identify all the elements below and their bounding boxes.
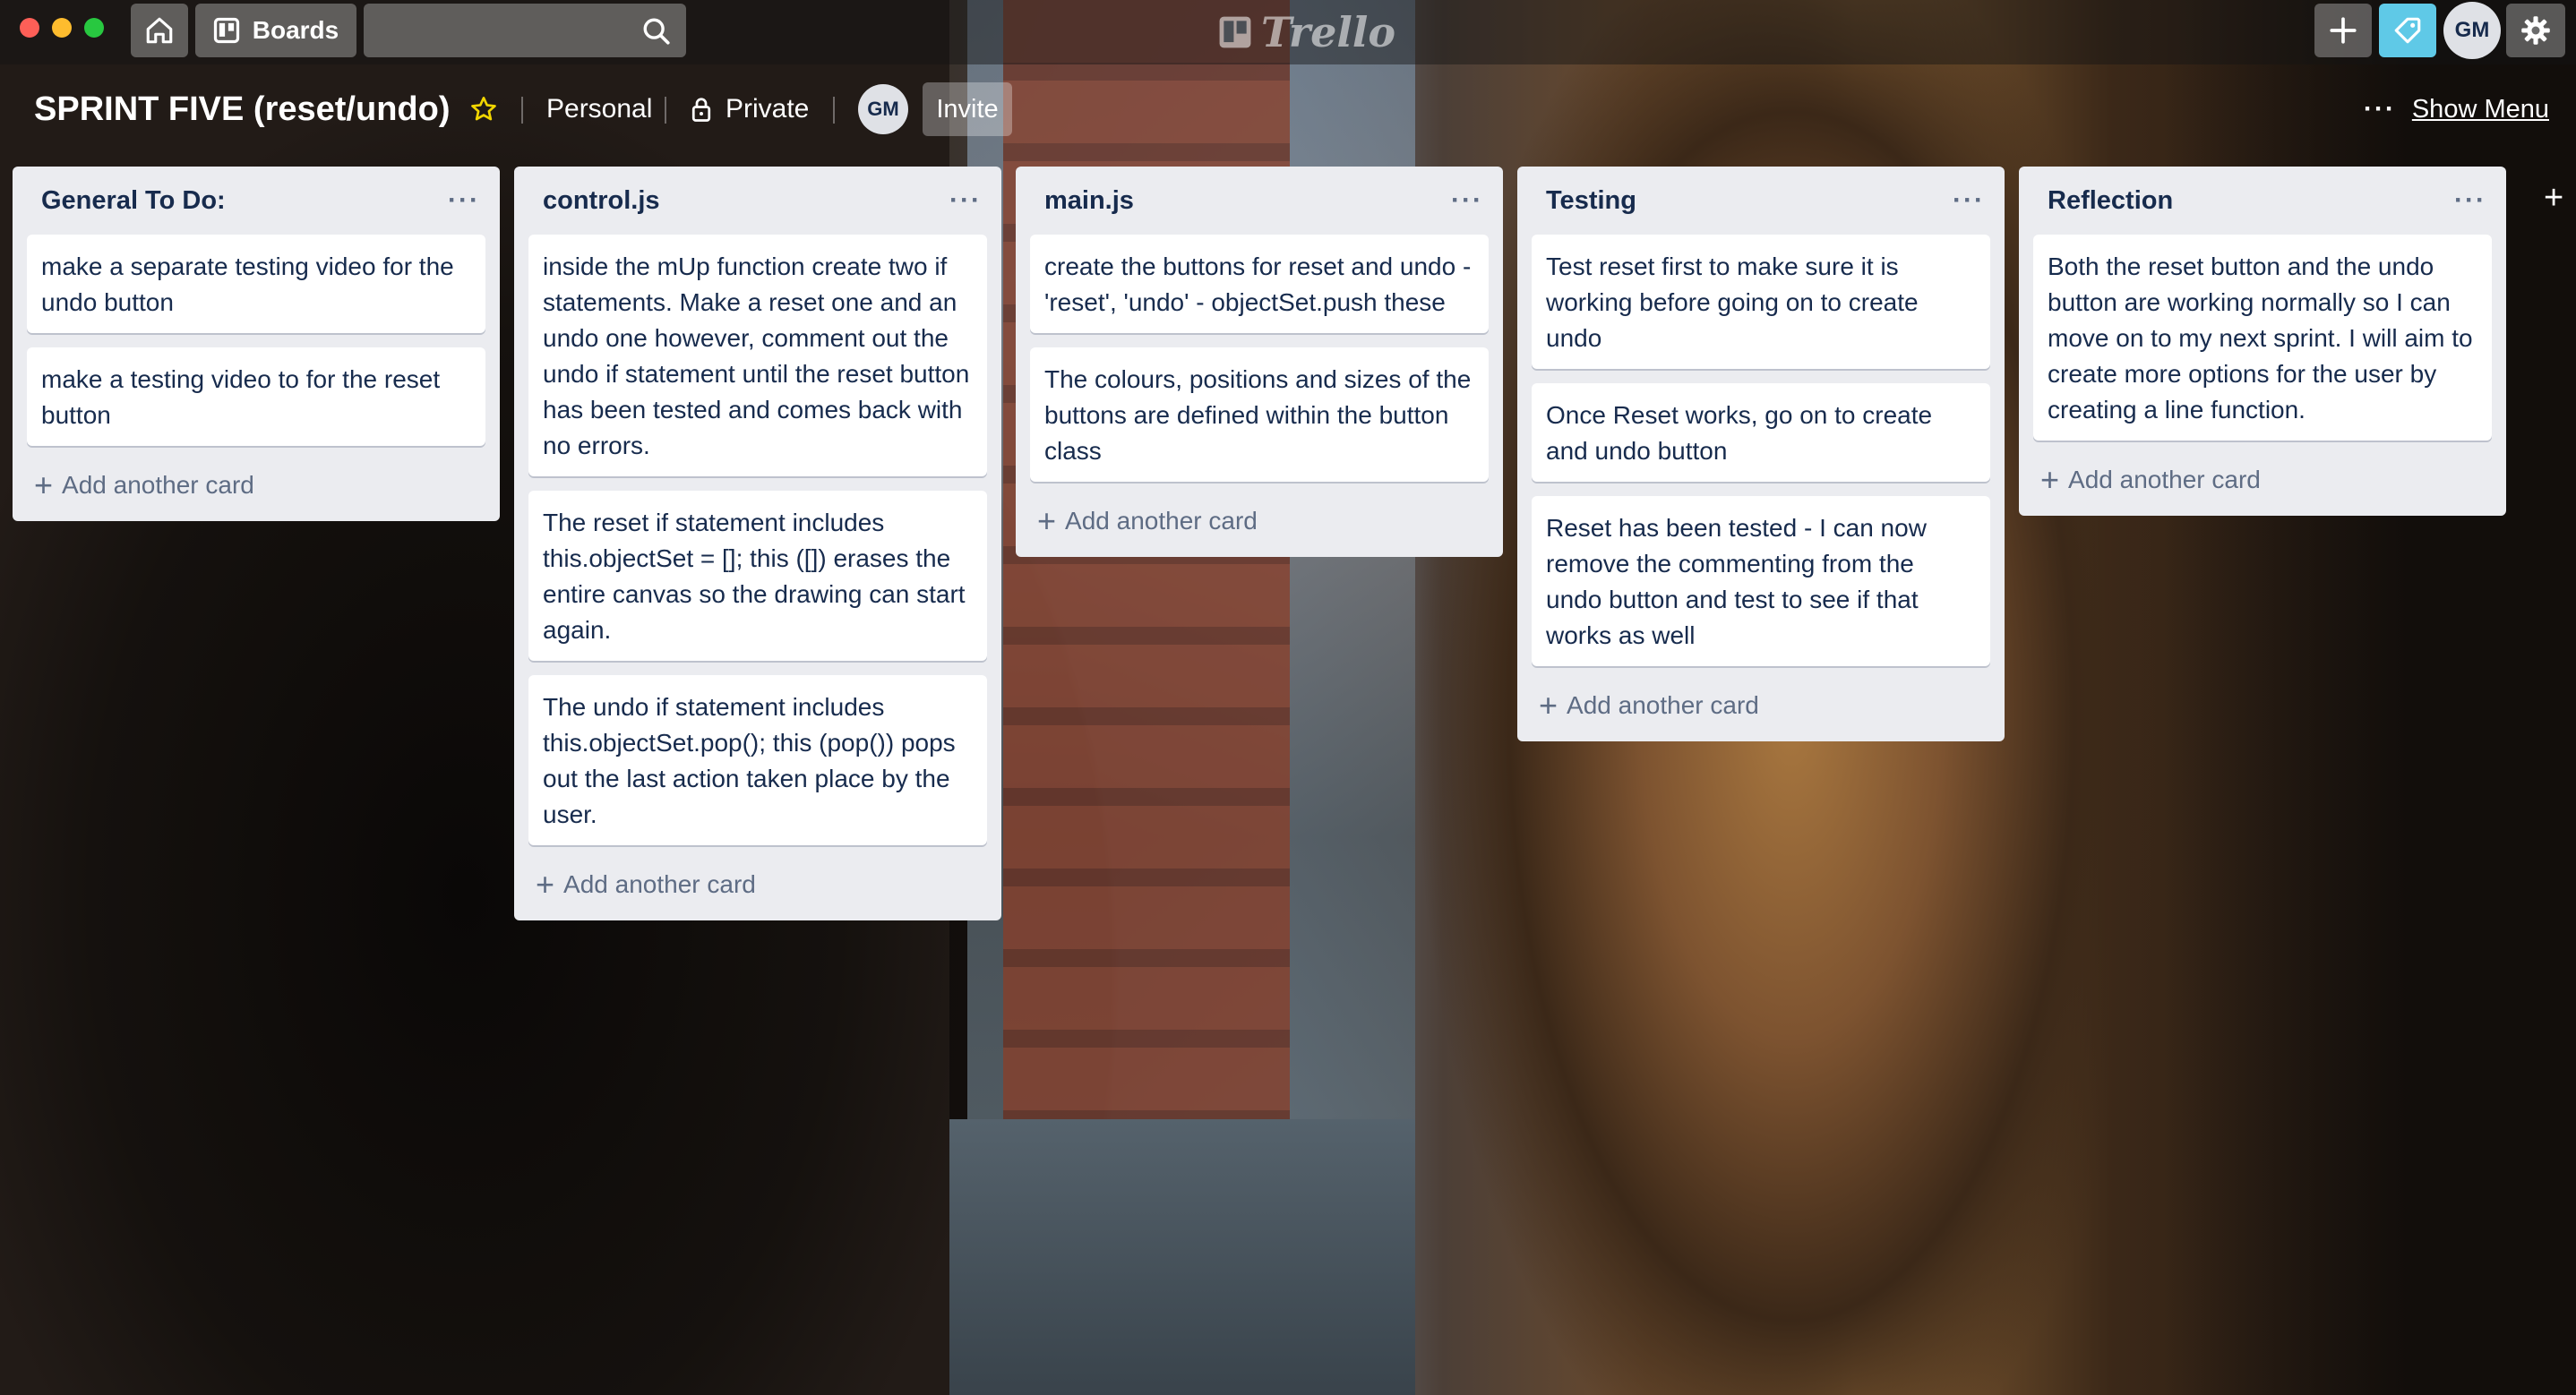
card[interactable]: The colours, positions and sizes of the … (1030, 347, 1489, 482)
add-list-button[interactable]: + (2544, 179, 2563, 218)
gear-icon (2521, 16, 2550, 45)
list-general-to-do: General To Do: ··· make a separate testi… (13, 167, 500, 521)
search-input[interactable] (364, 4, 686, 57)
search-icon (643, 18, 670, 45)
top-header: Boards Trello GM (0, 0, 2576, 64)
add-card-label: Add another card (1567, 691, 1759, 719)
plus-icon (2330, 17, 2357, 44)
add-card-label: Add another card (1065, 507, 1258, 535)
card[interactable]: Reset has been tested - I can now remove… (1532, 496, 1990, 666)
list-control-js: control.js ··· inside the mUp function c… (514, 167, 1001, 920)
visibility-label: Private (726, 94, 810, 124)
divider (521, 97, 523, 124)
boards-icon (213, 17, 239, 44)
board-title[interactable]: SPRINT FIVE (reset/undo) (34, 86, 450, 133)
settings-button[interactable] (2506, 4, 2565, 57)
close-window-button[interactable] (20, 18, 39, 38)
add-card-label: Add another card (563, 870, 756, 898)
add-card-button[interactable]: + Add another card (1532, 680, 1990, 731)
more-icon: ··· (2363, 94, 2396, 124)
trello-logo-text: Trello (1261, 8, 1396, 56)
list-menu-icon[interactable]: ··· (949, 187, 982, 214)
list-menu-icon[interactable]: ··· (2454, 187, 2486, 214)
home-button[interactable] (131, 4, 188, 57)
tag-icon (2394, 17, 2421, 44)
card[interactable]: Test reset first to make sure it is work… (1532, 235, 1990, 369)
card[interactable]: Both the reset button and the undo butto… (2033, 235, 2492, 441)
list-testing: Testing ··· Test reset first to make sur… (1517, 167, 2005, 741)
plus-icon: + (1539, 687, 1558, 723)
card[interactable]: The undo if statement includes this.obje… (528, 675, 987, 845)
add-card-label: Add another card (62, 471, 254, 499)
card[interactable]: create the buttons for reset and undo - … (1030, 235, 1489, 333)
member-avatar[interactable]: GM (858, 84, 908, 134)
plus-icon: + (34, 466, 54, 503)
trello-logo-icon (1219, 16, 1251, 48)
plus-icon: + (2040, 461, 2060, 498)
plus-icon: + (1037, 502, 1057, 539)
user-avatar[interactable]: GM (2443, 2, 2501, 59)
card[interactable]: make a separate testing video for the un… (27, 235, 485, 333)
minimize-window-button[interactable] (52, 18, 72, 38)
card[interactable]: inside the mUp function create two if st… (528, 235, 987, 476)
card[interactable]: The reset if statement includes this.obj… (528, 491, 987, 661)
announcements-button[interactable] (2379, 4, 2436, 57)
invite-button[interactable]: Invite (923, 82, 1012, 136)
plus-icon: + (536, 866, 555, 903)
list-title[interactable]: control.js (543, 186, 660, 216)
maximize-window-button[interactable] (84, 18, 104, 38)
divider (665, 97, 666, 124)
card[interactable]: Once Reset works, go on to create and un… (1532, 383, 1990, 482)
star-icon (471, 97, 496, 121)
list-reflection: Reflection ··· Both the reset button and… (2019, 167, 2506, 516)
list-title[interactable]: Reflection (2048, 186, 2173, 216)
home-icon (146, 17, 173, 44)
visibility-button[interactable]: Private (690, 86, 809, 133)
add-card-button[interactable]: + Add another card (2033, 455, 2492, 505)
trello-logo[interactable]: Trello (1218, 7, 1395, 57)
star-button[interactable] (469, 86, 498, 133)
list-menu-icon[interactable]: ··· (448, 187, 480, 214)
boards-button[interactable]: Boards (195, 4, 356, 57)
add-card-button[interactable]: + Add another card (27, 460, 485, 510)
list-menu-icon[interactable]: ··· (1451, 187, 1483, 214)
show-menu-label: Show Menu (2411, 94, 2549, 124)
create-button[interactable] (2314, 4, 2372, 57)
list-title[interactable]: Testing (1546, 186, 1636, 216)
divider (833, 97, 835, 124)
card[interactable]: make a testing video to for the reset bu… (27, 347, 485, 446)
lock-icon (691, 98, 711, 122)
boards-label: Boards (252, 16, 339, 44)
list-title[interactable]: General To Do: (41, 186, 226, 216)
add-card-button[interactable]: + Add another card (528, 860, 987, 910)
list-main-js: main.js ··· create the buttons for reset… (1016, 167, 1503, 557)
window-controls (20, 18, 104, 38)
team-button[interactable]: Personal (546, 86, 652, 133)
list-title[interactable]: main.js (1044, 186, 1134, 216)
show-menu-button[interactable]: ··· Show Menu (2364, 86, 2549, 133)
list-menu-icon[interactable]: ··· (1953, 187, 1985, 214)
add-card-label: Add another card (2068, 466, 2261, 493)
add-card-button[interactable]: + Add another card (1030, 496, 1489, 546)
